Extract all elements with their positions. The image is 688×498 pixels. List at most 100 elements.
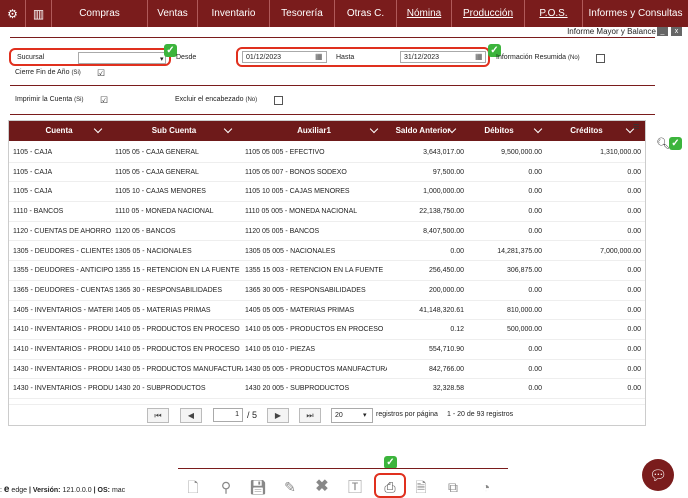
table-cell: 1410 - INVENTARIOS - PRODUCTOS bbox=[13, 346, 113, 353]
nav-produccion[interactable]: Producción bbox=[452, 0, 525, 27]
table-cell: 1405 - INVENTARIOS - MATERIAS bbox=[13, 306, 113, 314]
table-row[interactable]: 1365 - DEUDORES - CUENTAS 1365 30 - RESPO… bbox=[9, 281, 645, 301]
menu-icon[interactable]: ≡ bbox=[633, 121, 639, 133]
version: 121.0.0.0 bbox=[62, 487, 92, 494]
first-page-button[interactable]: ⏮ bbox=[147, 408, 169, 423]
excluir-hint: (No) bbox=[245, 97, 258, 103]
last-page-button[interactable]: ⏭ bbox=[299, 408, 321, 423]
nav-pos[interactable]: P.O.S. bbox=[525, 0, 583, 27]
table-row[interactable]: 1405 - INVENTARIOS - MATERIAS 1405 05 - M… bbox=[9, 301, 645, 321]
table-row[interactable]: 1105 - CAJA 1105 05 - CAJA GENERAL 1105 05… bbox=[9, 143, 645, 163]
table-row[interactable]: 1110 - BANCOS 1110 05 - MONEDA NACIONAL 11… bbox=[9, 202, 645, 222]
table-cell: 1110 05 - MONEDA NACIONAL bbox=[115, 208, 214, 216]
table-cell: 1105 05 007 - BONOS SODEXO bbox=[245, 168, 347, 176]
table-cell: 0.00 bbox=[627, 267, 641, 275]
cierre-checkbox[interactable]: ☑ bbox=[97, 69, 106, 78]
table-cell: 306,875.00 bbox=[506, 267, 542, 275]
table-cell: 500,000.00 bbox=[506, 326, 542, 334]
table-row[interactable]: 1105 - CAJA 1105 10 - CAJAS MENORES 1105 1… bbox=[9, 182, 645, 203]
nav-tesoreria[interactable]: Tesorería bbox=[270, 0, 335, 27]
col-subcuenta[interactable]: Sub Cuenta bbox=[114, 121, 234, 141]
nav-compras[interactable]: Compras bbox=[52, 0, 148, 27]
copy-icon[interactable]: ⧉ bbox=[443, 477, 463, 497]
col-creditos[interactable]: Créditos bbox=[554, 121, 619, 141]
imprimir-checkbox[interactable]: ☑ bbox=[100, 96, 109, 105]
os: mac bbox=[111, 487, 126, 494]
table-cell: 1305 05 - NACIONALES bbox=[115, 247, 192, 255]
table-cell: 0.00 bbox=[627, 365, 641, 373]
table-cell: 0.00 bbox=[450, 247, 464, 255]
table-cell: 15,000.00 bbox=[389, 399, 464, 404]
nav-nomina[interactable]: Nómina bbox=[397, 0, 452, 27]
nav-inventario[interactable]: Inventario bbox=[198, 0, 270, 27]
table-cell: 0.00 bbox=[528, 385, 542, 393]
col-saldo[interactable]: Saldo Anterior bbox=[389, 121, 457, 141]
table-row[interactable]: 1430 - INVENTARIOS - PRODUCTOS1430 05 - … bbox=[9, 360, 645, 380]
chart-icon[interactable]: ▥ bbox=[26, 0, 52, 27]
table-cell: 200,000.00 bbox=[428, 286, 464, 294]
table-cell: 1410 05 010 - PIEZAS bbox=[245, 346, 316, 353]
nav-nomina-label: Nómina bbox=[406, 8, 442, 19]
table-row[interactable]: 1355 - DEUDORES - ANTICIPOS 1355 15 - RET… bbox=[9, 261, 645, 281]
col-cuenta[interactable]: Cuenta bbox=[9, 121, 109, 141]
version-label: Versión: bbox=[32, 487, 61, 494]
table-row[interactable]: 1435 - INVENTARIOS - MERC.1435 05 - MERC… bbox=[9, 399, 645, 406]
toolbar-divider bbox=[178, 468, 508, 469]
text-icon[interactable]: 🅃 bbox=[345, 477, 365, 497]
excel-icon[interactable]: 🗎 bbox=[411, 477, 431, 497]
chevron-down-icon[interactable] bbox=[533, 124, 543, 134]
nav-otras[interactable]: Otras C. bbox=[335, 0, 397, 27]
footer-prefix: : bbox=[0, 487, 2, 494]
info-resumida-checkbox[interactable] bbox=[596, 54, 605, 63]
nav-produccion-label: Producción bbox=[462, 8, 514, 19]
table-cell: 3,643,017.00 bbox=[423, 149, 464, 156]
table-cell: 32,328.58 bbox=[432, 385, 464, 393]
table-row[interactable]: 1410 - INVENTARIOS - PRODUCTOS1410 05 - … bbox=[9, 320, 645, 340]
pager: ⏮ ◀ 1 / 5 ▶ ⏭ 20 ▾ registros por página … bbox=[9, 406, 645, 426]
table-cell: 8,407,500.00 bbox=[423, 227, 464, 235]
col-debitos[interactable]: Débitos bbox=[469, 121, 529, 141]
table-cell: 1405 05 - MATERIAS PRIMAS bbox=[115, 306, 211, 314]
delete-icon[interactable]: ✖ bbox=[312, 477, 332, 497]
table-cell: 1430 05 - PRODUCTOS MANUFACTURADOS bbox=[115, 365, 243, 373]
chat-button[interactable]: 💬︎ bbox=[642, 459, 674, 491]
table-cell: 810,000.00 bbox=[506, 306, 542, 314]
table-cell: 41,148,320.61 bbox=[419, 306, 464, 314]
table-cell: 1305 05 005 - NACIONALES bbox=[245, 247, 336, 255]
table-row[interactable]: 1105 - CAJA 1105 05 - CAJA GENERAL 1105 05… bbox=[9, 163, 645, 183]
table-row[interactable]: 1410 - INVENTARIOS - PRODUCTOS1410 05 - … bbox=[9, 340, 645, 360]
table-cell: 1435 05 - MERCANCIAS NO FABRICADAS bbox=[115, 399, 243, 404]
excluir-checkbox[interactable] bbox=[274, 96, 283, 105]
desde-label: Desde bbox=[176, 54, 197, 61]
binoculars-icon[interactable]: ⚲ bbox=[216, 477, 236, 497]
new-document-icon[interactable]: 🗋 bbox=[183, 477, 203, 497]
gear-icon[interactable]: ⚙ bbox=[0, 0, 26, 27]
search-icon[interactable]: 🔍︎ bbox=[656, 137, 670, 150]
table-cell: 22,138,750.00 bbox=[419, 208, 464, 216]
table-cell: 1105 10 005 - CAJAS MENORES bbox=[245, 188, 350, 196]
table-row[interactable]: 1430 - INVENTARIOS - PRODUCTOS1430 20 - … bbox=[9, 379, 645, 400]
table-cell: 0.00 bbox=[627, 286, 641, 294]
nav-informes[interactable]: Informes y Consultas bbox=[583, 0, 688, 27]
footer-separator: | bbox=[28, 487, 31, 494]
minimize-button[interactable]: _ bbox=[657, 27, 668, 36]
table-cell: 1120 05 005 - BANCOS bbox=[245, 227, 320, 235]
table-cell: 0.00 bbox=[528, 365, 542, 373]
next-page-button[interactable]: ▶ bbox=[267, 408, 289, 423]
edit-icon[interactable]: ✎ bbox=[280, 477, 300, 497]
prev-page-button[interactable]: ◀ bbox=[180, 408, 202, 423]
page-input[interactable]: 1 bbox=[213, 408, 243, 422]
nav-ventas[interactable]: Ventas bbox=[148, 0, 198, 27]
table-cell: 1410 05 - PRODUCTOS EN PROCESO bbox=[115, 326, 240, 334]
table-row[interactable]: 1305 - DEUDORES - CLIENTES 1305 05 - NACI… bbox=[9, 242, 645, 262]
table-row[interactable]: 1120 - CUENTAS DE AHORRO 1120 05 - BANCOS… bbox=[9, 222, 645, 242]
col-auxiliar1[interactable]: Auxiliar1 bbox=[244, 121, 384, 141]
close-button[interactable]: x bbox=[671, 27, 682, 36]
info-resumida-text: Información Resumida bbox=[496, 54, 567, 61]
table-cell: 0.00 bbox=[528, 188, 542, 196]
save-icon[interactable]: 💾︎ bbox=[248, 477, 268, 497]
history-icon[interactable]: ◔ bbox=[476, 477, 496, 497]
page-count: / 5 bbox=[247, 410, 258, 420]
highlight-dates bbox=[236, 47, 490, 67]
table-cell: 842,766.00 bbox=[428, 365, 464, 373]
